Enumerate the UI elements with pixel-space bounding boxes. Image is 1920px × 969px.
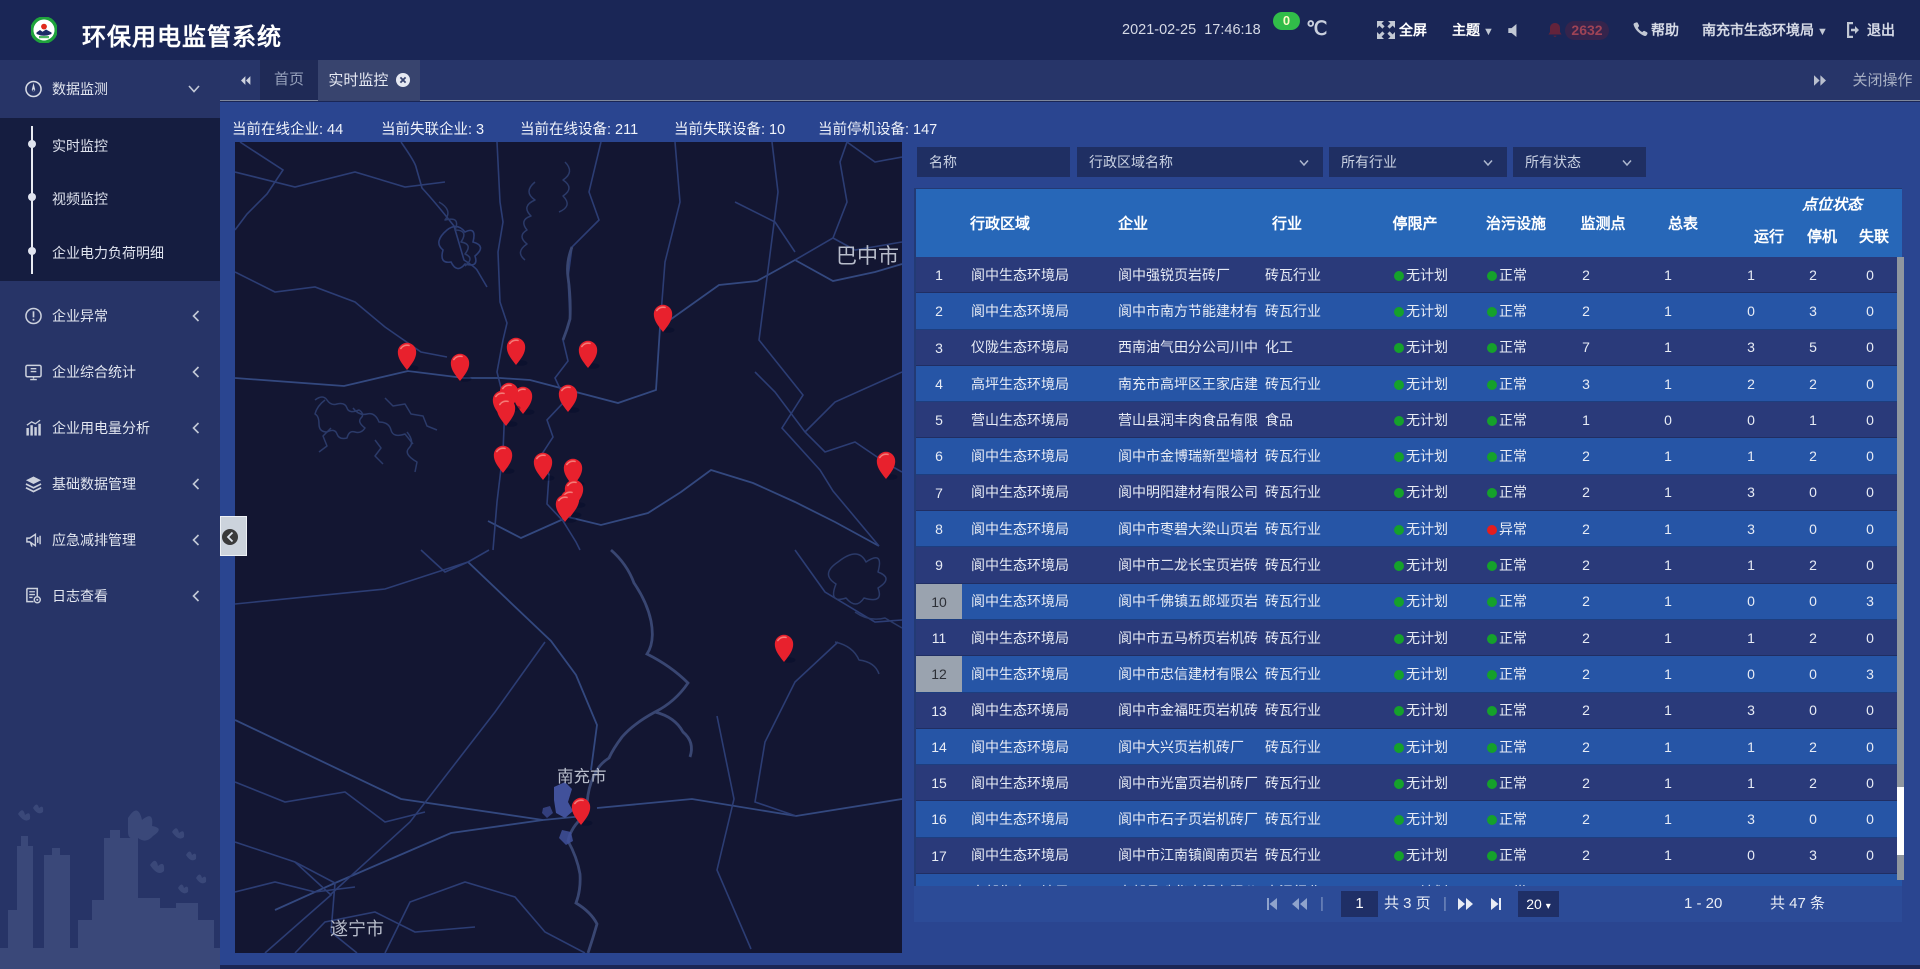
svg-text:遂宁市: 遂宁市: [330, 919, 384, 939]
svg-text:巴中市: 巴中市: [836, 245, 899, 268]
svg-text:南充市: 南充市: [557, 767, 607, 786]
